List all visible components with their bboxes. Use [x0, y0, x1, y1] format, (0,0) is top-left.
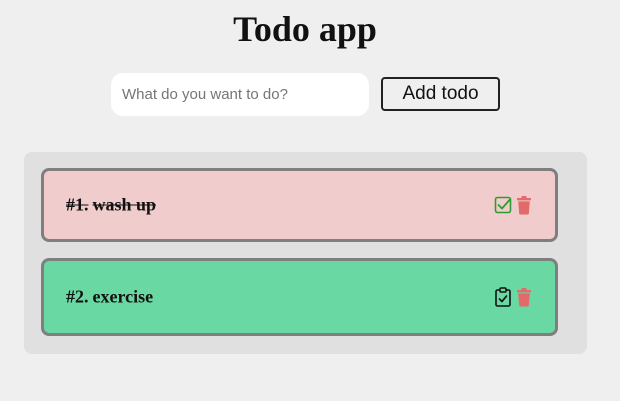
todo-item[interactable]: #1. wash up [41, 168, 558, 242]
add-todo-button[interactable]: Add todo [381, 77, 500, 111]
todo-list: #1. wash up #2. exercise [24, 152, 587, 354]
add-todo-form: Add todo [111, 73, 500, 116]
todo-item[interactable]: #2. exercise [41, 258, 558, 336]
page-title: Todo app [233, 9, 377, 49]
clipboard-check-icon[interactable] [494, 287, 512, 307]
trash-icon[interactable] [515, 287, 533, 307]
todo-number: #2. [66, 286, 89, 307]
todo-text: #1. wash up [66, 195, 156, 216]
check-square-icon[interactable] [494, 195, 512, 215]
todo-actions [494, 287, 533, 307]
todo-label: exercise [92, 286, 154, 307]
trash-icon[interactable] [515, 195, 533, 215]
todo-text: #2. exercise [66, 287, 153, 308]
todo-actions [494, 195, 533, 215]
todo-number: #1. [66, 194, 89, 215]
todo-input[interactable] [111, 73, 369, 116]
todo-label: wash up [92, 194, 157, 215]
todo-app: Todo app Add todo #1.wash up [0, 0, 620, 401]
